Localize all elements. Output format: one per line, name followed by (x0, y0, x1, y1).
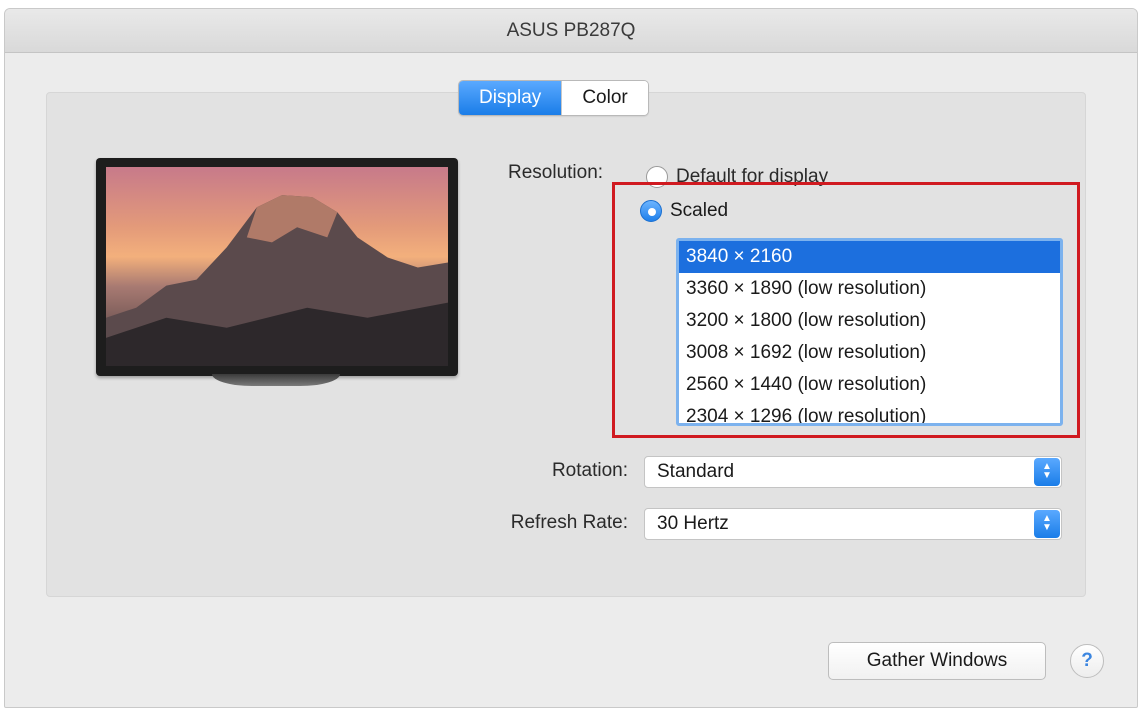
monitor-preview-image (96, 158, 458, 376)
window-title: ASUS PB287Q (5, 9, 1137, 53)
tab-bar: Display Color (458, 80, 649, 116)
tab-color[interactable]: Color (561, 81, 648, 115)
radio-scaled[interactable]: Scaled (640, 200, 728, 222)
rotation-label: Rotation: (551, 460, 628, 481)
gather-windows-button[interactable]: Gather Windows (828, 642, 1046, 680)
refresh-rate-label: Refresh Rate: (510, 512, 628, 533)
rotation-select[interactable]: Standard ▲ ▼ (644, 456, 1062, 488)
resolution-list-item[interactable]: 3200 × 1800 (low resolution) (679, 305, 1060, 337)
mountain-wallpaper-icon (106, 195, 448, 366)
resolution-list-item[interactable]: 3360 × 1890 (low resolution) (679, 273, 1060, 305)
radio-button-checked[interactable] (640, 200, 662, 222)
resolution-list-item[interactable]: 3840 × 2160 (679, 241, 1060, 273)
up-down-chevron-icon[interactable]: ▲ ▼ (1034, 510, 1060, 538)
wallpaper-preview (106, 167, 448, 366)
monitor-stand (212, 374, 340, 386)
rotation-value: Standard (657, 461, 735, 482)
radio-default-for-display[interactable]: Default for display (646, 166, 828, 188)
radio-default-label: Default for display (676, 166, 829, 187)
resolution-list-item[interactable]: 2304 × 1296 (low resolution) (679, 401, 1060, 423)
radio-button-unchecked[interactable] (646, 166, 668, 188)
resolution-label: Resolution: (508, 162, 604, 183)
resolution-list-item[interactable]: 2560 × 1440 (low resolution) (679, 369, 1060, 401)
tab-display[interactable]: Display (459, 81, 562, 115)
refresh-rate-value: 30 Hertz (657, 513, 729, 534)
radio-scaled-label: Scaled (670, 200, 729, 221)
refresh-rate-select[interactable]: 30 Hertz ▲ ▼ (644, 508, 1062, 540)
resolution-list-item[interactable]: 3008 × 1692 (low resolution) (679, 337, 1060, 369)
up-down-chevron-icon[interactable]: ▲ ▼ (1034, 458, 1060, 486)
question-mark-icon[interactable]: ? (1070, 644, 1104, 678)
resolution-list[interactable]: 3840 × 2160 3360 × 1890 (low resolution)… (676, 238, 1063, 426)
